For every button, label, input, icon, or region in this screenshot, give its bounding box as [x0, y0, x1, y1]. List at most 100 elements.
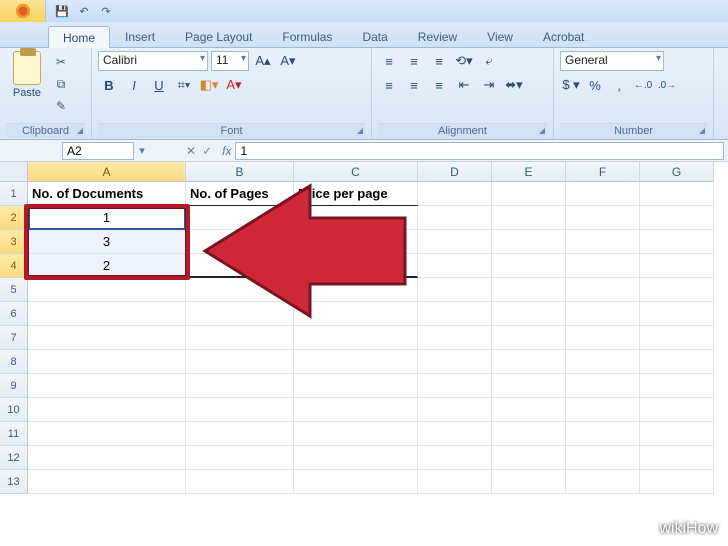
row-header-9[interactable]: 9 — [0, 374, 28, 398]
wrap-text-button[interactable]: ⤶ — [478, 51, 500, 71]
row-header-3[interactable]: 3 — [0, 230, 28, 254]
tab-review[interactable]: Review — [403, 25, 472, 47]
font-color-button[interactable]: A▾ — [223, 75, 245, 95]
cell-F6[interactable] — [566, 302, 640, 326]
row-header-10[interactable]: 10 — [0, 398, 28, 422]
cell-A4[interactable]: 2 — [28, 254, 186, 278]
align-right-button[interactable]: ≡ — [428, 75, 450, 95]
cell-F7[interactable] — [566, 326, 640, 350]
font-name-combo[interactable]: Calibri — [98, 51, 208, 71]
fill-color-button[interactable]: ◧▾ — [198, 75, 220, 95]
cell-D5[interactable] — [418, 278, 492, 302]
cell-A12[interactable] — [28, 446, 186, 470]
cell-D10[interactable] — [418, 398, 492, 422]
cell-G10[interactable] — [640, 398, 714, 422]
align-center-button[interactable]: ≡ — [403, 75, 425, 95]
cell-C3[interactable]: 2 — [294, 230, 418, 254]
formula-bar[interactable] — [235, 142, 724, 160]
cell-G5[interactable] — [640, 278, 714, 302]
cell-D3[interactable] — [418, 230, 492, 254]
cell-F9[interactable] — [566, 374, 640, 398]
cell-F12[interactable] — [566, 446, 640, 470]
enter-formula-icon[interactable]: ✓ — [202, 144, 212, 158]
cell-A2[interactable]: 1 — [28, 206, 186, 230]
fx-icon[interactable]: fx — [218, 144, 235, 158]
cell-F5[interactable] — [566, 278, 640, 302]
cell-D9[interactable] — [418, 374, 492, 398]
cell-A3[interactable]: 3 — [28, 230, 186, 254]
underline-button[interactable]: U — [148, 75, 170, 95]
cell-B7[interactable] — [186, 326, 294, 350]
cell-F1[interactable] — [566, 182, 640, 206]
worksheet-grid[interactable]: A B C D E F G 1 2 3 4 5 6 7 8 9 10 11 12… — [0, 162, 728, 542]
cell-E4[interactable] — [492, 254, 566, 278]
cell-F8[interactable] — [566, 350, 640, 374]
cell-C1[interactable]: Price per page — [294, 182, 418, 206]
cell-E11[interactable] — [492, 422, 566, 446]
cell-E8[interactable] — [492, 350, 566, 374]
increase-indent-button[interactable]: ⇥ — [478, 75, 500, 95]
paste-button[interactable]: Paste — [6, 51, 48, 99]
cell-G11[interactable] — [640, 422, 714, 446]
row-header-4[interactable]: 4 — [0, 254, 28, 278]
row-header-7[interactable]: 7 — [0, 326, 28, 350]
cell-G2[interactable] — [640, 206, 714, 230]
cell-E3[interactable] — [492, 230, 566, 254]
cell-B2[interactable] — [186, 206, 294, 230]
cell-C4[interactable]: 4 — [294, 254, 418, 278]
cell-D2[interactable] — [418, 206, 492, 230]
column-header-C[interactable]: C — [294, 162, 418, 182]
align-top-button[interactable]: ≡ — [378, 51, 400, 71]
cell-B9[interactable] — [186, 374, 294, 398]
column-header-F[interactable]: F — [566, 162, 640, 182]
cell-D13[interactable] — [418, 470, 492, 494]
cell-A11[interactable] — [28, 422, 186, 446]
cell-B10[interactable] — [186, 398, 294, 422]
number-format-combo[interactable]: General — [560, 51, 664, 71]
cell-B1[interactable]: No. of Pages — [186, 182, 294, 206]
cell-G6[interactable] — [640, 302, 714, 326]
cell-G7[interactable] — [640, 326, 714, 350]
cell-F2[interactable] — [566, 206, 640, 230]
decrease-decimal-button[interactable]: .0→ — [656, 75, 678, 95]
cell-E2[interactable] — [492, 206, 566, 230]
cell-D1[interactable] — [418, 182, 492, 206]
tab-view[interactable]: View — [472, 25, 528, 47]
column-header-E[interactable]: E — [492, 162, 566, 182]
cell-G9[interactable] — [640, 374, 714, 398]
cell-C5[interactable] — [294, 278, 418, 302]
cell-A1[interactable]: No. of Documents — [28, 182, 186, 206]
cell-G12[interactable] — [640, 446, 714, 470]
row-header-6[interactable]: 6 — [0, 302, 28, 326]
tab-page-layout[interactable]: Page Layout — [170, 25, 267, 47]
shrink-font-button[interactable]: A▾ — [277, 51, 299, 71]
column-header-A[interactable]: A — [28, 162, 186, 182]
align-middle-button[interactable]: ≡ — [403, 51, 425, 71]
border-button[interactable]: ⌗▾ — [173, 75, 195, 95]
cell-B11[interactable] — [186, 422, 294, 446]
tab-data[interactable]: Data — [347, 25, 402, 47]
align-bottom-button[interactable]: ≡ — [428, 51, 450, 71]
currency-button[interactable]: $ ▾ — [560, 75, 582, 95]
percent-button[interactable]: % — [584, 75, 606, 95]
row-header-13[interactable]: 13 — [0, 470, 28, 494]
column-header-D[interactable]: D — [418, 162, 492, 182]
cell-G8[interactable] — [640, 350, 714, 374]
cell-F13[interactable] — [566, 470, 640, 494]
cell-E5[interactable] — [492, 278, 566, 302]
cell-D12[interactable] — [418, 446, 492, 470]
cell-F3[interactable] — [566, 230, 640, 254]
cell-G4[interactable] — [640, 254, 714, 278]
cell-E6[interactable] — [492, 302, 566, 326]
cell-D8[interactable] — [418, 350, 492, 374]
cell-D11[interactable] — [418, 422, 492, 446]
cell-A9[interactable] — [28, 374, 186, 398]
cell-G1[interactable] — [640, 182, 714, 206]
column-header-G[interactable]: G — [640, 162, 714, 182]
cell-G3[interactable] — [640, 230, 714, 254]
copy-icon[interactable]: ⧉ — [52, 77, 70, 93]
cell-C13[interactable] — [294, 470, 418, 494]
cell-E7[interactable] — [492, 326, 566, 350]
name-box[interactable] — [62, 142, 134, 160]
namebox-dropdown-icon[interactable]: ▾ — [134, 144, 150, 157]
